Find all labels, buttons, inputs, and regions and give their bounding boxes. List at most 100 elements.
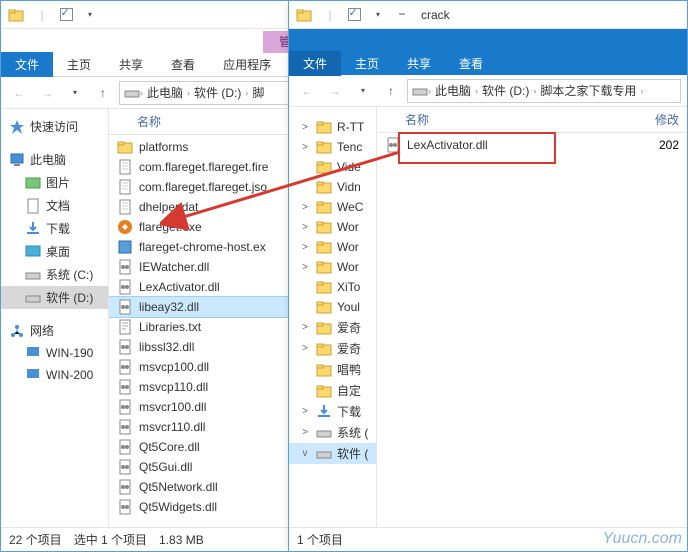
- tree-item[interactable]: >系统 (: [289, 422, 376, 443]
- tree-item[interactable]: 自定: [289, 380, 376, 401]
- expand-icon[interactable]: >: [299, 122, 311, 133]
- tree-item[interactable]: >爱奇: [289, 338, 376, 359]
- expand-icon[interactable]: >: [299, 242, 311, 253]
- col-name[interactable]: 名称: [137, 113, 161, 130]
- qat-dropdown-icon[interactable]: ▾: [367, 4, 389, 26]
- tab-share[interactable]: 共享: [105, 52, 157, 77]
- breadcrumb[interactable]: › 此电脑› 软件 (D:)› 脚本之家下载专用›: [407, 79, 681, 103]
- forward-button[interactable]: →: [35, 81, 59, 105]
- nav-drive-c[interactable]: 系统 (C:): [1, 263, 108, 286]
- expand-icon[interactable]: >: [299, 222, 311, 233]
- forward-button[interactable]: →: [323, 79, 347, 103]
- tab-file[interactable]: 文件: [289, 51, 341, 76]
- tree-item[interactable]: v软件 (: [289, 443, 376, 464]
- qat-check-icon[interactable]: [55, 4, 77, 26]
- nav-pane[interactable]: 快速访问 此电脑 图片 文档 下载 桌面 系统 (C:) 软件 (D:) 网络 …: [1, 109, 109, 527]
- tree-item[interactable]: >Tenc: [289, 137, 376, 157]
- qat-sep: |: [319, 4, 341, 26]
- file-name: dhelper.dat: [139, 200, 198, 214]
- ribbon: 文件 主页 共享 查看: [289, 51, 687, 75]
- tab-home[interactable]: 主页: [53, 52, 105, 77]
- qat-dropdown-icon[interactable]: ▾: [79, 4, 101, 26]
- back-button[interactable]: ←: [295, 79, 319, 103]
- tab-view[interactable]: 查看: [157, 52, 209, 77]
- tab-view[interactable]: 查看: [445, 51, 497, 76]
- explorer-window-1: | ▾ 管理 文件 主页 共享 查看 应用程序 ← → ▾ ↑ › 此电脑› 软…: [0, 0, 320, 552]
- bc-seg[interactable]: 脚: [248, 84, 268, 101]
- col-modified[interactable]: 修改: [655, 111, 687, 128]
- tree-item[interactable]: >Wor: [289, 217, 376, 237]
- column-header[interactable]: 名称 修改: [377, 107, 687, 133]
- nav-documents[interactable]: 文档: [1, 194, 108, 217]
- nav-pc-win200[interactable]: WIN-200: [1, 364, 108, 386]
- tab-apps[interactable]: 应用程序: [209, 52, 285, 77]
- nav-pc-win190[interactable]: WIN-190: [1, 342, 108, 364]
- back-button[interactable]: ←: [7, 81, 31, 105]
- tree-item[interactable]: >Wor: [289, 257, 376, 277]
- folder-icon: [295, 4, 317, 26]
- status-count: 1 个项目: [297, 531, 343, 548]
- status-size: 1.83 MB: [159, 533, 204, 547]
- expand-icon[interactable]: >: [299, 406, 311, 417]
- expand-icon[interactable]: >: [299, 142, 311, 153]
- drive-icon: [25, 290, 41, 306]
- bc-seg[interactable]: 此电脑: [143, 84, 187, 101]
- bc-seg[interactable]: 软件 (D:): [478, 82, 533, 99]
- titlebar[interactable]: | ▾: [1, 1, 319, 29]
- up-button[interactable]: ↑: [379, 79, 403, 103]
- file-pane[interactable]: 名称 修改 LexActivator.dll 202: [377, 107, 687, 527]
- nav-quick-access[interactable]: 快速访问: [1, 115, 108, 138]
- file-name: flareget.exe: [139, 220, 202, 234]
- file-date: 202: [659, 138, 683, 152]
- tree-item[interactable]: > R-TT: [289, 117, 376, 137]
- nav-drive-d[interactable]: 软件 (D:): [1, 286, 108, 309]
- watermark: Yuucn.com: [603, 530, 682, 548]
- annotation-highlight: [398, 132, 556, 164]
- tree-item[interactable]: >爱奇: [289, 317, 376, 338]
- tree-item[interactable]: >Wor: [289, 237, 376, 257]
- tree-item[interactable]: 唱鸭: [289, 359, 376, 380]
- tab-file[interactable]: 文件: [1, 52, 53, 77]
- file-name: libssl32.dll: [139, 340, 194, 354]
- titlebar[interactable]: | ▾ ＝ crack: [289, 1, 687, 29]
- tree-item[interactable]: >WeC: [289, 197, 376, 217]
- expand-icon[interactable]: >: [299, 202, 311, 213]
- window-body: 快速访问 此电脑 图片 文档 下载 桌面 系统 (C:) 软件 (D:) 网络 …: [1, 109, 319, 527]
- file-name: libeay32.dll: [139, 300, 199, 314]
- nav-downloads[interactable]: 下载: [1, 217, 108, 240]
- col-name[interactable]: 名称: [405, 111, 655, 128]
- tree-label: R-TT: [337, 120, 364, 134]
- nav-pictures[interactable]: 图片: [1, 171, 108, 194]
- tree-item[interactable]: Youl: [289, 297, 376, 317]
- qat-overflow-icon[interactable]: ＝: [391, 4, 413, 26]
- tree-item[interactable]: Vide: [289, 157, 376, 177]
- expand-icon[interactable]: >: [299, 427, 311, 438]
- tab-home[interactable]: 主页: [341, 51, 393, 76]
- drive-icon: [124, 85, 140, 101]
- up-button[interactable]: ↑: [91, 81, 115, 105]
- nav-this-pc[interactable]: 此电脑: [1, 148, 108, 171]
- breadcrumb[interactable]: › 此电脑› 软件 (D:)› 脚: [119, 81, 313, 105]
- expand-icon[interactable]: >: [299, 322, 311, 333]
- expand-icon[interactable]: >: [299, 343, 311, 354]
- bc-seg[interactable]: 脚本之家下载专用: [536, 82, 640, 99]
- tree-item[interactable]: >下载: [289, 401, 376, 422]
- tree-label: Vidn: [337, 180, 361, 194]
- nav-pane[interactable]: >R-TT>TencVideVidn>WeC>Wor>Wor>WorXiToYo…: [289, 107, 377, 527]
- drive-icon: [412, 83, 428, 99]
- qat-check-icon[interactable]: [343, 4, 365, 26]
- tab-share[interactable]: 共享: [393, 51, 445, 76]
- bc-seg[interactable]: 此电脑: [431, 82, 475, 99]
- tree-item[interactable]: XiTo: [289, 277, 376, 297]
- nav-network[interactable]: 网络: [1, 319, 108, 342]
- docs-icon: [25, 198, 41, 214]
- bc-seg[interactable]: 软件 (D:): [190, 84, 245, 101]
- expand-icon[interactable]: v: [299, 448, 311, 459]
- nav-desktop[interactable]: 桌面: [1, 240, 108, 263]
- file-name: Qt5Widgets.dll: [139, 500, 217, 514]
- address-bar-row: ← → ▾ ↑ › 此电脑› 软件 (D:)› 脚: [1, 77, 319, 109]
- recent-dropdown[interactable]: ▾: [351, 79, 375, 103]
- expand-icon[interactable]: >: [299, 262, 311, 273]
- recent-dropdown[interactable]: ▾: [63, 81, 87, 105]
- tree-item[interactable]: Vidn: [289, 177, 376, 197]
